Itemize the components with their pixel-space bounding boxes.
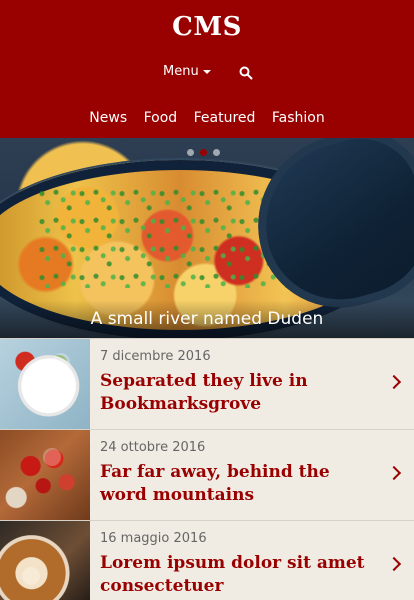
article-thumbnail: [0, 339, 90, 429]
menu-label: Menu: [163, 64, 199, 79]
carousel-indicators: [187, 149, 220, 156]
carousel-dot-2[interactable]: [200, 149, 207, 156]
carousel-dot-3[interactable]: [213, 149, 220, 156]
thumbnail-highlight: [22, 567, 40, 585]
article-thumbnail: [0, 521, 90, 600]
menu-dropdown-button[interactable]: Menu: [163, 64, 211, 79]
article-date: 7 dicembre 2016: [100, 349, 211, 364]
chevron-right-icon[interactable]: [386, 374, 402, 390]
article-item[interactable]: 16 maggio 2016 Lorem ipsum dolor sit ame…: [0, 520, 414, 600]
article-thumbnail: [0, 430, 90, 520]
article-date: 16 maggio 2016: [100, 531, 207, 546]
site-header: CMS Menu News Food Featured Fashion: [0, 0, 414, 138]
search-icon[interactable]: [239, 65, 253, 80]
thumbnail-highlight: [52, 353, 70, 371]
main-navigation: News Food Featured Fashion: [0, 110, 414, 126]
article-content: 16 maggio 2016 Lorem ipsum dolor sit ame…: [100, 531, 376, 598]
article-item[interactable]: 7 dicembre 2016 Separated they live in B…: [0, 338, 414, 429]
article-title[interactable]: Separated they live in Bookmarksgrove: [100, 370, 376, 416]
hero-carousel[interactable]: A small river named Duden: [0, 138, 414, 338]
site-logo[interactable]: CMS: [0, 12, 414, 42]
nav-item-food[interactable]: Food: [144, 110, 178, 126]
article-content: 24 ottobre 2016 Far far away, behind the…: [100, 440, 376, 507]
nav-item-featured[interactable]: Featured: [194, 110, 256, 126]
nav-item-fashion[interactable]: Fashion: [272, 110, 325, 126]
article-title[interactable]: Lorem ipsum dolor sit amet consectetuer: [100, 552, 376, 598]
article-content: 7 dicembre 2016 Separated they live in B…: [100, 349, 376, 416]
thumbnail-highlight: [43, 448, 61, 466]
article-date: 24 ottobre 2016: [100, 440, 206, 455]
nav-item-news[interactable]: News: [89, 110, 127, 126]
article-item[interactable]: 24 ottobre 2016 Far far away, behind the…: [0, 429, 414, 520]
hero-caption[interactable]: A small river named Duden: [0, 300, 414, 338]
utility-bar: Menu: [0, 64, 414, 80]
chevron-down-icon: [202, 69, 211, 74]
chevron-right-icon[interactable]: [386, 556, 402, 572]
article-title[interactable]: Far far away, behind the word mountains: [100, 461, 376, 507]
article-list: 7 dicembre 2016 Separated they live in B…: [0, 338, 414, 600]
carousel-dot-1[interactable]: [187, 149, 194, 156]
chevron-right-icon[interactable]: [386, 465, 402, 481]
